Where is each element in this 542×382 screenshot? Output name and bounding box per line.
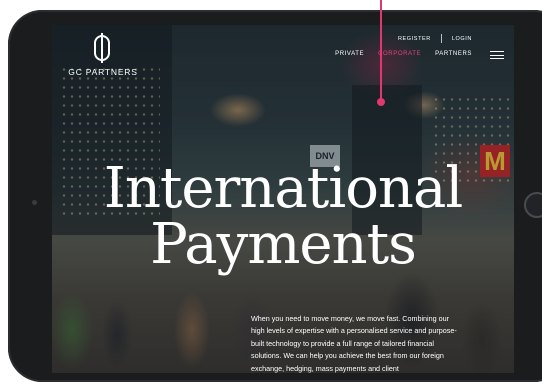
hero-title-line-2: Payments [150,212,417,277]
main-nav: PRIVATE CORPORATE PARTNERS [335,51,472,57]
nav-item-corporate[interactable]: CORPORATE [378,51,421,57]
hero-title-line-1: International [103,156,464,221]
login-link[interactable]: LOGIN [452,36,472,42]
hero-intro-text: When you need to move money, we move fas… [251,314,457,373]
home-button[interactable] [524,192,542,218]
register-link[interactable]: REGISTER [398,36,431,42]
camera [32,200,37,205]
brand-name[interactable]: GC PARTNERS [66,67,140,77]
nav-divider [440,34,442,43]
top-nav: REGISTER LOGIN [398,34,472,43]
nav-item-partners[interactable]: PARTNERS [435,51,472,57]
hamburger-menu-icon[interactable] [490,51,504,59]
gc-logo-icon[interactable] [94,33,110,63]
pointer-line [380,0,382,100]
nav-item-private[interactable]: PRIVATE [335,51,364,57]
hero-title: International Payments [52,161,514,273]
pointer-dot [377,98,385,106]
screen: DNV M GC PARTNERS REGISTER LOGIN PRIVATE… [52,25,514,373]
